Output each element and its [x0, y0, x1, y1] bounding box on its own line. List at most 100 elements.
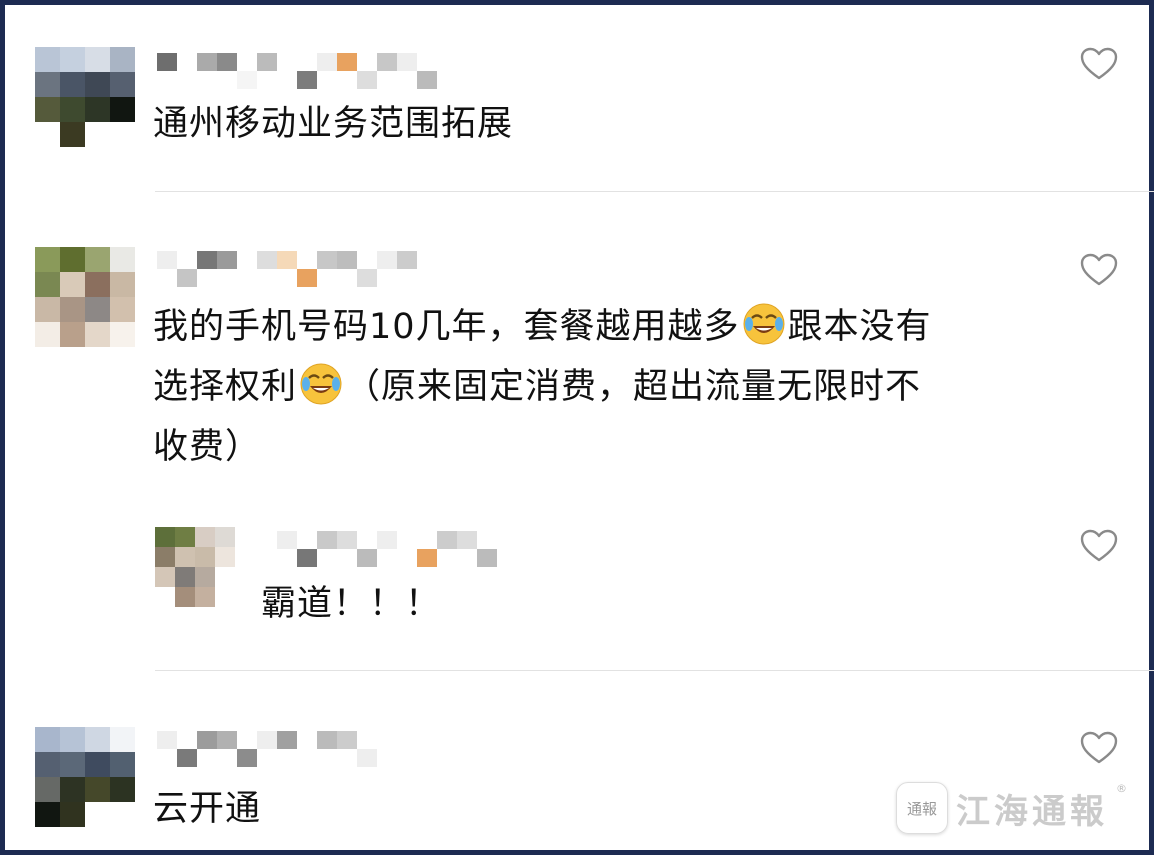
- comment-text: 云开通: [153, 789, 262, 829]
- avatar-pixel: [85, 47, 110, 72]
- avatar-pixel: [175, 547, 195, 567]
- username-pixel: [357, 269, 377, 287]
- username-pixel: [357, 549, 377, 567]
- username-pixel: [357, 749, 377, 767]
- avatar-pixel: [60, 72, 85, 97]
- username-pixel: [377, 531, 397, 549]
- avatar-pixel: [60, 752, 85, 777]
- username-pixel: [417, 549, 437, 567]
- avatar-pixel: [110, 297, 135, 322]
- avatar[interactable]: [35, 727, 135, 827]
- avatar-pixel: [60, 777, 85, 802]
- username-blurred[interactable]: [157, 731, 377, 767]
- avatar-pixel: [110, 272, 135, 297]
- avatar[interactable]: [155, 527, 235, 607]
- username-pixel: [157, 53, 177, 71]
- avatar-pixel: [195, 567, 215, 587]
- avatar-pixel: [35, 122, 60, 147]
- username-pixel: [297, 749, 317, 767]
- avatar-pixel: [35, 322, 60, 347]
- username-pixel: [477, 549, 497, 567]
- username-pixel: [177, 71, 197, 89]
- avatar-pixel: [35, 272, 60, 297]
- avatar-pixel: [35, 802, 60, 827]
- avatar-pixel: [155, 547, 175, 567]
- username-pixel: [277, 251, 297, 269]
- avatar-pixel: [110, 727, 135, 752]
- comment-divider: [155, 670, 1154, 671]
- registered-mark: ®: [1116, 782, 1127, 795]
- avatar-pixel: [110, 122, 135, 147]
- avatar-pixel: [60, 122, 85, 147]
- username-pixel: [217, 53, 237, 71]
- avatar-pixel: [35, 97, 60, 122]
- avatar-pixel: [60, 297, 85, 322]
- username-pixel: [237, 269, 257, 287]
- avatar-pixel: [175, 587, 195, 607]
- username-pixel: [257, 53, 277, 71]
- avatar-pixel: [110, 247, 135, 272]
- username-pixel: [337, 531, 357, 549]
- avatar-pixel: [60, 247, 85, 272]
- avatar-pixel: [85, 752, 110, 777]
- reply-text: 霸道！！！: [261, 584, 442, 624]
- avatar-pixel: [35, 777, 60, 802]
- avatar-pixel: [215, 547, 235, 567]
- heart-outline-icon[interactable]: [1080, 529, 1118, 563]
- avatar-pixel: [110, 72, 135, 97]
- username-pixel: [417, 71, 437, 89]
- username-blurred[interactable]: [157, 53, 437, 89]
- username-pixel: [257, 731, 277, 749]
- username-pixel: [157, 731, 177, 749]
- username-pixel: [197, 251, 217, 269]
- username-pixel: [317, 53, 337, 71]
- avatar-pixel: [215, 587, 235, 607]
- username-pixel: [357, 71, 377, 89]
- avatar-pixel: [155, 567, 175, 587]
- username-pixel: [377, 53, 397, 71]
- username-blurred[interactable]: [157, 251, 417, 287]
- comment-text: 选择权利 （原来固定消费，超出流量无限时不: [153, 358, 921, 416]
- username-pixel: [197, 731, 217, 749]
- username-blurred[interactable]: [277, 531, 497, 567]
- username-pixel: [177, 749, 197, 767]
- avatar-pixel: [60, 727, 85, 752]
- avatar-pixel: [35, 727, 60, 752]
- avatar-pixel: [85, 97, 110, 122]
- avatar-pixel: [195, 527, 215, 547]
- avatar-pixel: [195, 587, 215, 607]
- heart-outline-icon[interactable]: [1080, 47, 1118, 81]
- heart-outline-icon[interactable]: [1080, 731, 1118, 765]
- avatar-pixel: [85, 297, 110, 322]
- avatar-pixel: [110, 47, 135, 72]
- avatar-pixel: [60, 272, 85, 297]
- avatar-pixel: [85, 247, 110, 272]
- watermark: 通報 江海通報 ®: [896, 782, 1127, 834]
- username-pixel: [277, 731, 297, 749]
- face-with-tears-of-joy-icon: [300, 363, 342, 405]
- heart-outline-icon[interactable]: [1080, 253, 1118, 287]
- avatar-pixel: [85, 322, 110, 347]
- avatar-pixel: [85, 72, 110, 97]
- avatar-pixel: [35, 297, 60, 322]
- avatar-pixel: [110, 322, 135, 347]
- avatar-pixel: [85, 777, 110, 802]
- avatar[interactable]: [35, 47, 135, 147]
- username-pixel: [297, 71, 317, 89]
- avatar-pixel: [60, 322, 85, 347]
- username-pixel: [317, 531, 337, 549]
- avatar-pixel: [110, 777, 135, 802]
- username-pixel: [297, 269, 317, 287]
- avatar[interactable]: [35, 247, 135, 347]
- username-pixel: [217, 251, 237, 269]
- avatar-pixel: [175, 527, 195, 547]
- avatar-pixel: [110, 802, 135, 827]
- username-pixel: [377, 251, 397, 269]
- username-pixel: [297, 549, 317, 567]
- avatar-pixel: [175, 567, 195, 587]
- comment-item: 通州移动业务范围拓展: [5, 5, 1154, 195]
- avatar-pixel: [85, 122, 110, 147]
- username-pixel: [337, 251, 357, 269]
- avatar-pixel: [215, 567, 235, 587]
- avatar-pixel: [35, 752, 60, 777]
